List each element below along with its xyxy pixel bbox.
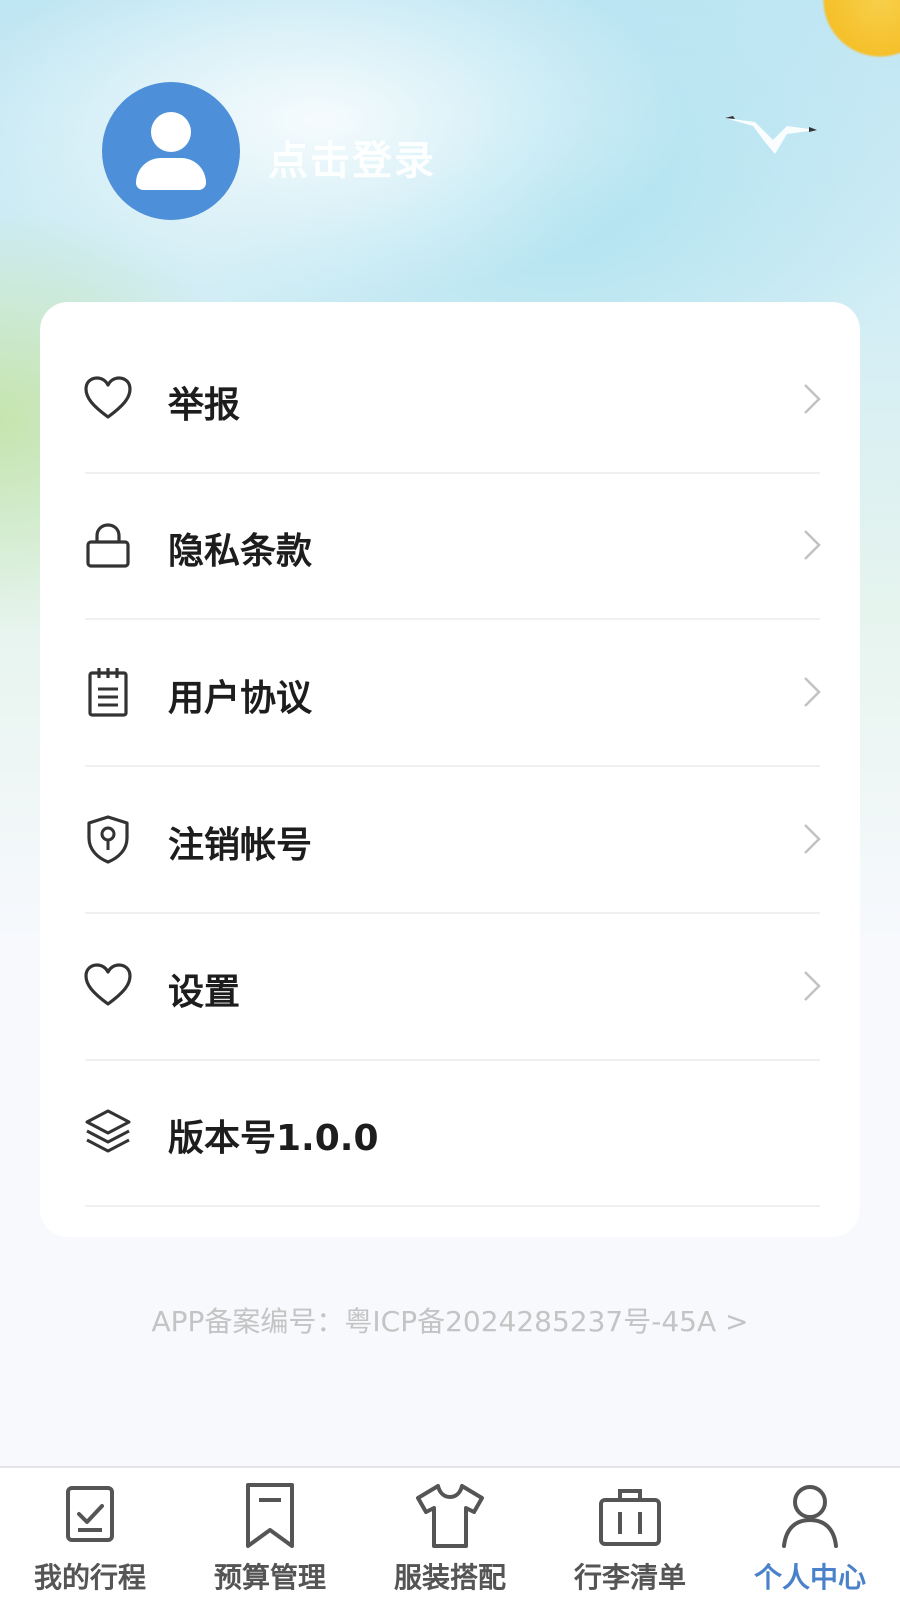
menu-card: 举报 隐私条款 用户协议 注销帐号 设置 版本号1.0.0: [40, 302, 860, 1237]
menu-item-label: 注销帐号: [168, 825, 313, 866]
menu-item-user-agreement[interactable]: 用户协议: [40, 617, 860, 767]
avatar-head-shape: [151, 112, 191, 152]
heart-icon: [84, 376, 132, 419]
tab-label: 个人中心: [753, 1561, 866, 1594]
chevron-right-icon: [804, 971, 821, 1001]
menu-item-privacy[interactable]: 隐私条款: [40, 470, 860, 620]
tab-label: 预算管理: [213, 1561, 326, 1594]
suitcase-icon: [599, 1489, 661, 1546]
bottom-tab-bar: 我的行程 预算管理 服装搭配 行李清单 个人中心: [0, 1466, 900, 1600]
user-avatar-icon[interactable]: [102, 82, 240, 220]
tab-my-trips[interactable]: 我的行程: [0, 1468, 180, 1600]
tab-label: 服装搭配: [393, 1561, 506, 1594]
menu-item-label: 举报: [168, 385, 241, 426]
version-label: 版本号1.0.0: [168, 1118, 379, 1159]
shield-key-icon: [87, 815, 129, 864]
lock-icon: [86, 523, 130, 568]
heart-icon: [84, 963, 132, 1006]
menu-item-label: 用户协议: [168, 678, 313, 719]
chevron-right-icon: [804, 530, 821, 560]
person-icon: [782, 1485, 838, 1548]
menu-item-label: 设置: [168, 972, 241, 1013]
menu-item-report[interactable]: 举报: [40, 324, 860, 474]
bookmark-icon: [246, 1483, 294, 1548]
divider: [85, 1205, 820, 1207]
layers-icon: [85, 1109, 131, 1153]
menu-item-delete-account[interactable]: 注销帐号: [40, 764, 860, 914]
tab-outfit[interactable]: 服装搭配: [360, 1468, 540, 1600]
chevron-right-icon: [804, 384, 821, 414]
menu-item-label: 隐私条款: [168, 531, 313, 572]
tab-label: 我的行程: [33, 1561, 146, 1594]
seagull-decoration: [725, 116, 817, 154]
tab-budget[interactable]: 预算管理: [180, 1468, 360, 1600]
chevron-right-icon: [804, 824, 821, 854]
login-link[interactable]: 点击登录: [268, 128, 436, 186]
document-icon: [88, 668, 128, 717]
chevron-right-icon: [804, 677, 821, 707]
avatar-body-shape: [136, 158, 206, 190]
menu-item-settings[interactable]: 设置: [40, 911, 860, 1061]
icp-record-link[interactable]: APP备案编号：粤ICP备2024285237号-45A >: [0, 1300, 900, 1340]
tab-profile[interactable]: 个人中心: [720, 1468, 900, 1600]
checklist-icon: [66, 1486, 114, 1542]
tshirt-icon: [416, 1484, 484, 1548]
tab-luggage[interactable]: 行李清单: [540, 1468, 720, 1600]
menu-item-version: 版本号1.0.0: [40, 1057, 860, 1207]
tab-label: 行李清单: [573, 1561, 686, 1594]
